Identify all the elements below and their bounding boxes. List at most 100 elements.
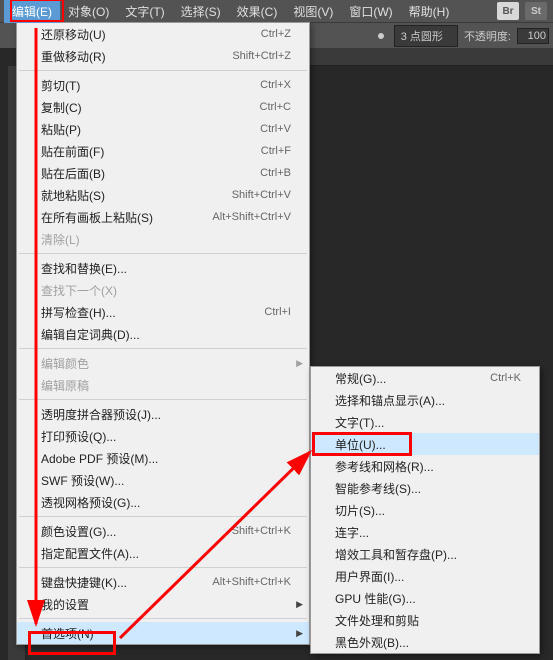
- menu-item-label: 贴在后面(B): [41, 165, 260, 182]
- edit-dropdown: 还原移动(U)Ctrl+Z重做移动(R)Shift+Ctrl+Z剪切(T)Ctr…: [16, 22, 310, 645]
- menu-item-label: 增效工具和暂存盘(P)...: [335, 546, 521, 563]
- menu-item-label: 查找和替换(E)...: [41, 260, 291, 277]
- edit-menu-item-17: 编辑颜色▶: [17, 352, 309, 374]
- menu-item-label: 黑色外观(B)...: [335, 634, 521, 651]
- menu-item-label: 清除(L): [41, 231, 291, 248]
- menu-separator: [19, 516, 307, 517]
- prefs-menu-item-2[interactable]: 文字(T)...: [311, 411, 539, 433]
- prefs-menu-item-12[interactable]: 黑色外观(B)...: [311, 631, 539, 653]
- edit-menu-item-9[interactable]: 在所有画板上粘贴(S)Alt+Shift+Ctrl+V: [17, 206, 309, 228]
- badge-br[interactable]: Br: [497, 2, 519, 20]
- edit-menu-item-30[interactable]: 我的设置▶: [17, 593, 309, 615]
- edit-menu-item-6[interactable]: 贴在前面(F)Ctrl+F: [17, 140, 309, 162]
- menu-item-shortcut: Ctrl+F: [261, 145, 291, 157]
- menu-item-label: 指定配置文件(A)...: [41, 545, 291, 562]
- edit-menu-item-1[interactable]: 重做移动(R)Shift+Ctrl+Z: [17, 45, 309, 67]
- edit-menu-item-3[interactable]: 剪切(T)Ctrl+X: [17, 74, 309, 96]
- prefs-menu-item-1[interactable]: 选择和锚点显示(A)...: [311, 389, 539, 411]
- menu-help[interactable]: 帮助(H): [401, 0, 458, 23]
- preferences-dropdown: 常规(G)...Ctrl+K 选择和锚点显示(A)... 文字(T)... 单位(U)…: [310, 366, 540, 654]
- menu-item-shortcut: Ctrl+Z: [261, 28, 291, 40]
- prefs-menu-item-10[interactable]: GPU 性能(G)...: [311, 587, 539, 609]
- edit-menu-item-22[interactable]: Adobe PDF 预设(M)...: [17, 447, 309, 469]
- edit-menu-item-20[interactable]: 透明度拼合器预设(J)...: [17, 403, 309, 425]
- menu-item-label: 还原移动(U): [41, 26, 261, 43]
- prefs-menu-item-11[interactable]: 文件处理和剪贴: [311, 609, 539, 631]
- edit-menu-item-5[interactable]: 粘贴(P)Ctrl+V: [17, 118, 309, 140]
- chevron-right-icon: ▶: [296, 599, 303, 610]
- prefs-menu-item-7[interactable]: 连字...: [311, 521, 539, 543]
- menu-item-label: 透明度拼合器预设(J)...: [41, 406, 291, 423]
- edit-menu-item-29[interactable]: 键盘快捷键(K)...Alt+Shift+Ctrl+K: [17, 571, 309, 593]
- prefs-menu-item-9[interactable]: 用户界面(I)...: [311, 565, 539, 587]
- menu-item-label: 粘贴(P): [41, 121, 260, 138]
- menu-separator: [19, 399, 307, 400]
- menu-window[interactable]: 窗口(W): [341, 0, 400, 23]
- menu-item-shortcut: Ctrl+K: [490, 372, 521, 384]
- opacity-input[interactable]: 100: [517, 28, 549, 44]
- menu-item-shortcut: Ctrl+B: [260, 167, 291, 179]
- menu-text[interactable]: 文字(T): [117, 0, 172, 23]
- badge-st[interactable]: St: [525, 2, 547, 20]
- menu-separator: [19, 567, 307, 568]
- menu-edit[interactable]: 编辑(E): [4, 0, 60, 23]
- menu-item-label: 查找下一个(X): [41, 282, 291, 299]
- prefs-menu-item-6[interactable]: 切片(S)...: [311, 499, 539, 521]
- menu-item-shortcut: Alt+Shift+Ctrl+K: [212, 576, 291, 588]
- edit-menu-item-15[interactable]: 编辑自定词典(D)...: [17, 323, 309, 345]
- menu-item-label: 连字...: [335, 524, 521, 541]
- menu-item-shortcut: Ctrl+V: [260, 123, 291, 135]
- menu-object[interactable]: 对象(O): [60, 0, 117, 23]
- menu-item-shortcut: Shift+Ctrl+K: [232, 525, 291, 537]
- prefs-menu-item-5[interactable]: 智能参考线(S)...: [311, 477, 539, 499]
- edit-menu-item-23[interactable]: SWF 预设(W)...: [17, 469, 309, 491]
- menu-item-label: 复制(C): [41, 99, 260, 116]
- edit-menu-item-26[interactable]: 颜色设置(G)...Shift+Ctrl+K: [17, 520, 309, 542]
- menu-item-label: 编辑颜色: [41, 355, 291, 372]
- menu-item-label: 文件处理和剪贴: [335, 612, 521, 629]
- menubar: 编辑(E) 对象(O) 文字(T) 选择(S) 效果(C) 视图(V) 窗口(W…: [0, 0, 553, 22]
- stroke-preset-select[interactable]: 3 点圆形: [394, 25, 458, 47]
- menu-item-shortcut: Shift+Ctrl+V: [232, 189, 291, 201]
- edit-menu-item-21[interactable]: 打印预设(Q)...: [17, 425, 309, 447]
- prefs-menu-item-3[interactable]: 单位(U)...: [311, 433, 539, 455]
- edit-menu-item-4[interactable]: 复制(C)Ctrl+C: [17, 96, 309, 118]
- menu-item-label: 用户界面(I)...: [335, 568, 521, 585]
- menu-item-shortcut: Ctrl+I: [264, 306, 291, 318]
- menu-item-shortcut: Shift+Ctrl+Z: [232, 50, 291, 62]
- prefs-menu-item-0[interactable]: 常规(G)...Ctrl+K: [311, 367, 539, 389]
- menu-effect[interactable]: 效果(C): [229, 0, 286, 23]
- menu-item-label: GPU 性能(G)...: [335, 590, 521, 607]
- menu-item-shortcut: Alt+Shift+Ctrl+V: [212, 211, 291, 223]
- menu-item-label: 剪切(T): [41, 77, 260, 94]
- edit-menu-item-13: 查找下一个(X): [17, 279, 309, 301]
- menu-item-label: 首选项(N): [41, 625, 291, 642]
- edit-menu-item-8[interactable]: 就地粘贴(S)Shift+Ctrl+V: [17, 184, 309, 206]
- menu-item-label: 编辑原稿: [41, 377, 291, 394]
- menu-separator: [19, 253, 307, 254]
- stroke-dot-icon: [378, 33, 384, 39]
- edit-menu-item-32[interactable]: 首选项(N) ▶: [17, 622, 309, 644]
- edit-menu-item-7[interactable]: 贴在后面(B)Ctrl+B: [17, 162, 309, 184]
- edit-menu-item-0[interactable]: 还原移动(U)Ctrl+Z: [17, 23, 309, 45]
- menu-item-label: 在所有画板上粘贴(S): [41, 209, 212, 226]
- edit-menu-item-24[interactable]: 透视网格预设(G)...: [17, 491, 309, 513]
- chevron-right-icon: ▶: [296, 628, 303, 639]
- menu-separator: [19, 618, 307, 619]
- edit-menu-item-27[interactable]: 指定配置文件(A)...: [17, 542, 309, 564]
- menu-item-label: 重做移动(R): [41, 48, 232, 65]
- edit-menu-item-14[interactable]: 拼写检查(H)...Ctrl+I: [17, 301, 309, 323]
- menu-item-label: 选择和锚点显示(A)...: [335, 392, 521, 409]
- menu-item-shortcut: Ctrl+C: [260, 101, 291, 113]
- menu-view[interactable]: 视图(V): [285, 0, 341, 23]
- menu-item-label: Adobe PDF 预设(M)...: [41, 450, 291, 467]
- edit-menu-item-12[interactable]: 查找和替换(E)...: [17, 257, 309, 279]
- prefs-menu-item-8[interactable]: 增效工具和暂存盘(P)...: [311, 543, 539, 565]
- menu-item-label: SWF 预设(W)...: [41, 472, 291, 489]
- menu-item-label: 切片(S)...: [335, 502, 521, 519]
- menu-separator: [19, 348, 307, 349]
- menu-select[interactable]: 选择(S): [173, 0, 229, 23]
- menu-item-label: 文字(T)...: [335, 414, 521, 431]
- prefs-menu-item-4[interactable]: 参考线和网格(R)...: [311, 455, 539, 477]
- menu-item-label: 颜色设置(G)...: [41, 523, 232, 540]
